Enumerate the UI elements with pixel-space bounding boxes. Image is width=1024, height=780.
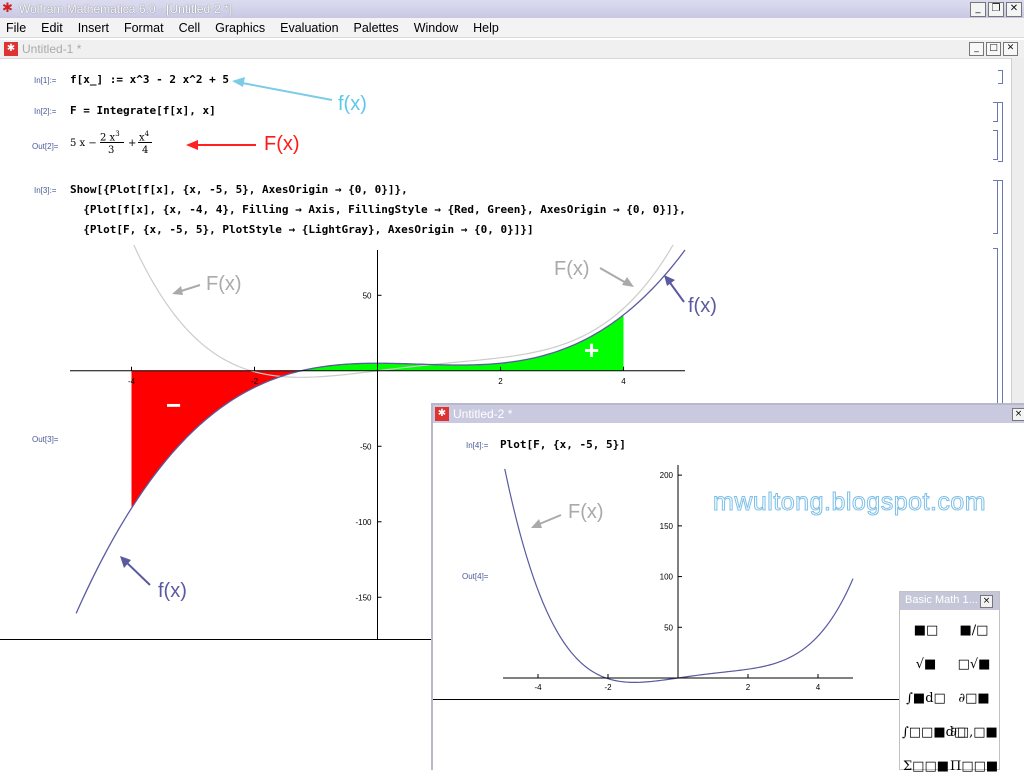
- menu-evaluation[interactable]: Evaluation: [280, 18, 338, 37]
- out3-label: Out[3]=: [32, 435, 59, 444]
- in4-label: In[4]:=: [466, 441, 489, 450]
- menu-bar: File Edit Insert Format Cell Graphics Ev…: [0, 18, 1024, 38]
- menu-palettes[interactable]: Palettes: [354, 18, 399, 37]
- cell-bracket[interactable]: [993, 130, 998, 160]
- menu-file[interactable]: File: [6, 18, 26, 37]
- minus-sign: −: [166, 390, 182, 420]
- palette-title: Basic Math 1...: [905, 594, 978, 606]
- notebook-title-bar: ✱ Untitled-1 * _ □ ✕: [0, 40, 1024, 59]
- notebook2-divider: [433, 699, 903, 700]
- x-tick-label: -4: [534, 683, 542, 692]
- annotation-fx-lower: f(x): [158, 580, 187, 602]
- in1-code[interactable]: f[x_] := x^3 - 2 x^2 + 5: [70, 73, 229, 86]
- palette-fraction-button[interactable]: ■/□: [950, 618, 998, 644]
- out2-term1: 5 x −: [70, 138, 97, 149]
- mathematica-logo-icon: ✱: [2, 1, 13, 16]
- out2-label: Out[2]=: [32, 142, 59, 151]
- menu-graphics[interactable]: Graphics: [215, 18, 265, 37]
- palette-title-bar: Basic Math 1... ×: [900, 592, 999, 610]
- menu-format[interactable]: Format: [124, 18, 164, 37]
- basic-math-palette: Basic Math 1... × ■□ ■/□ √■ □√■ ∫■d□ ∂□■…: [899, 591, 1000, 774]
- plus-sign: +: [584, 335, 600, 365]
- x-tick-label: -4: [128, 377, 136, 386]
- y-tick-label: 200: [660, 471, 674, 480]
- annotation-Fx-gray-right: F(x): [554, 258, 590, 280]
- menu-insert[interactable]: Insert: [78, 18, 109, 37]
- y-tick-label: 50: [664, 623, 673, 632]
- out2-plus: +: [128, 138, 137, 149]
- palette-derivative-button[interactable]: ∂□■: [950, 686, 998, 712]
- in3-code-line-2[interactable]: {Plot[f[x], {x, -4, 4}, Filling → Axis, …: [70, 203, 686, 216]
- y-tick-label: -50: [360, 442, 372, 451]
- annotation-fx-upper: f(x): [688, 295, 717, 317]
- palette-product-button[interactable]: Π□□■: [950, 754, 998, 780]
- in1-label: In[1]:=: [34, 76, 57, 85]
- app-title-bar: ✱ Wolfram Mathematica 6.0 - [Untitled-2 …: [0, 0, 1024, 19]
- out2-denominator1: 3: [108, 145, 115, 156]
- y-tick-label: -100: [355, 518, 372, 527]
- palette-partial-derivative-button[interactable]: ∂□,□■: [950, 720, 998, 746]
- notebook-minimize-button[interactable]: _: [969, 42, 984, 56]
- palette-power-button[interactable]: ■□: [902, 618, 950, 644]
- notebook-icon: ✱: [4, 42, 18, 56]
- fraction-bar: [100, 142, 124, 143]
- group-bracket[interactable]: [998, 180, 1003, 422]
- in2-code[interactable]: F = Integrate[f[x], x]: [70, 104, 216, 117]
- annotation-fx-blue: f(x): [338, 93, 367, 115]
- notebook-divider: [0, 639, 431, 640]
- annotation-Fx-gray-win2: F(x): [568, 501, 604, 523]
- palette-integral-button[interactable]: ∫■d□: [902, 686, 950, 712]
- minimize-button[interactable]: _: [970, 2, 986, 17]
- notebook2-title-bar: ✱ Untitled-2 * ×: [433, 405, 1024, 423]
- palette-close-button[interactable]: ×: [980, 595, 993, 608]
- y-tick-label: 150: [660, 522, 674, 531]
- out4-label: Out[4]=: [462, 572, 489, 581]
- close-button[interactable]: ✕: [1006, 2, 1022, 17]
- palette-root-button[interactable]: □√■: [950, 652, 998, 678]
- menu-edit[interactable]: Edit: [41, 18, 63, 37]
- app-title: Wolfram Mathematica 6.0 - [Untitled-2 *]: [19, 2, 233, 16]
- negative-area-fill: [131, 370, 298, 509]
- notebook-close-button[interactable]: ✕: [1003, 42, 1018, 56]
- x-tick-label: 2: [746, 683, 751, 692]
- y-tick-label: 50: [363, 291, 372, 300]
- y-tick-label: 100: [660, 573, 674, 582]
- positive-area-fill: [297, 314, 624, 372]
- watermark-text: mwultong.blogspot.com: [712, 488, 987, 517]
- notebook2-title: Untitled-2 *: [453, 407, 513, 421]
- palette-definite-integral-button[interactable]: ∫□□■d□: [902, 720, 966, 746]
- restore-button[interactable]: ❐: [988, 2, 1004, 17]
- x-tick-label: 2: [498, 377, 503, 386]
- out2-denominator2: 4: [142, 145, 149, 156]
- in3-label: In[3]:=: [34, 186, 57, 195]
- menu-help[interactable]: Help: [473, 18, 499, 37]
- in4-code[interactable]: Plot[F, {x, -5, 5}]: [500, 438, 626, 451]
- palette-sqrt-button[interactable]: √■: [902, 652, 950, 678]
- palette-sum-button[interactable]: Σ□□■: [902, 754, 950, 780]
- notebook-scrollbar[interactable]: [1011, 58, 1024, 420]
- cell-bracket[interactable]: [998, 70, 1003, 84]
- fraction-bar: [138, 142, 152, 143]
- in3-code-line-1[interactable]: Show[{Plot[f[x], {x, -5, 5}, AxesOrigin …: [70, 183, 408, 196]
- cell-bracket[interactable]: [993, 248, 998, 422]
- x-tick-label: 4: [816, 683, 821, 692]
- menu-window[interactable]: Window: [414, 18, 458, 37]
- x-tick-label: -2: [251, 377, 259, 386]
- x-tick-label: 4: [621, 377, 626, 386]
- x-tick-label: -2: [604, 683, 612, 692]
- in2-label: In[2]:=: [34, 107, 57, 116]
- out2-exp1: 3: [115, 130, 120, 138]
- notebook2-icon: ✱: [435, 407, 449, 421]
- group-bracket[interactable]: [998, 102, 1003, 162]
- notebook2-close-button[interactable]: ×: [1012, 408, 1024, 421]
- notebook-title: Untitled-1 *: [22, 42, 82, 56]
- menu-cell[interactable]: Cell: [179, 18, 201, 37]
- notebook-maximize-button[interactable]: □: [986, 42, 1001, 56]
- annotation-Fx-red: F(x): [264, 133, 300, 155]
- in3-code-line-3[interactable]: {Plot[F, {x, -5, 5}, PlotStyle → {LightG…: [70, 223, 533, 236]
- annotation-Fx-gray-left: F(x): [206, 273, 242, 295]
- y-tick-label: -150: [355, 593, 372, 602]
- out2-exp2: 4: [144, 130, 150, 138]
